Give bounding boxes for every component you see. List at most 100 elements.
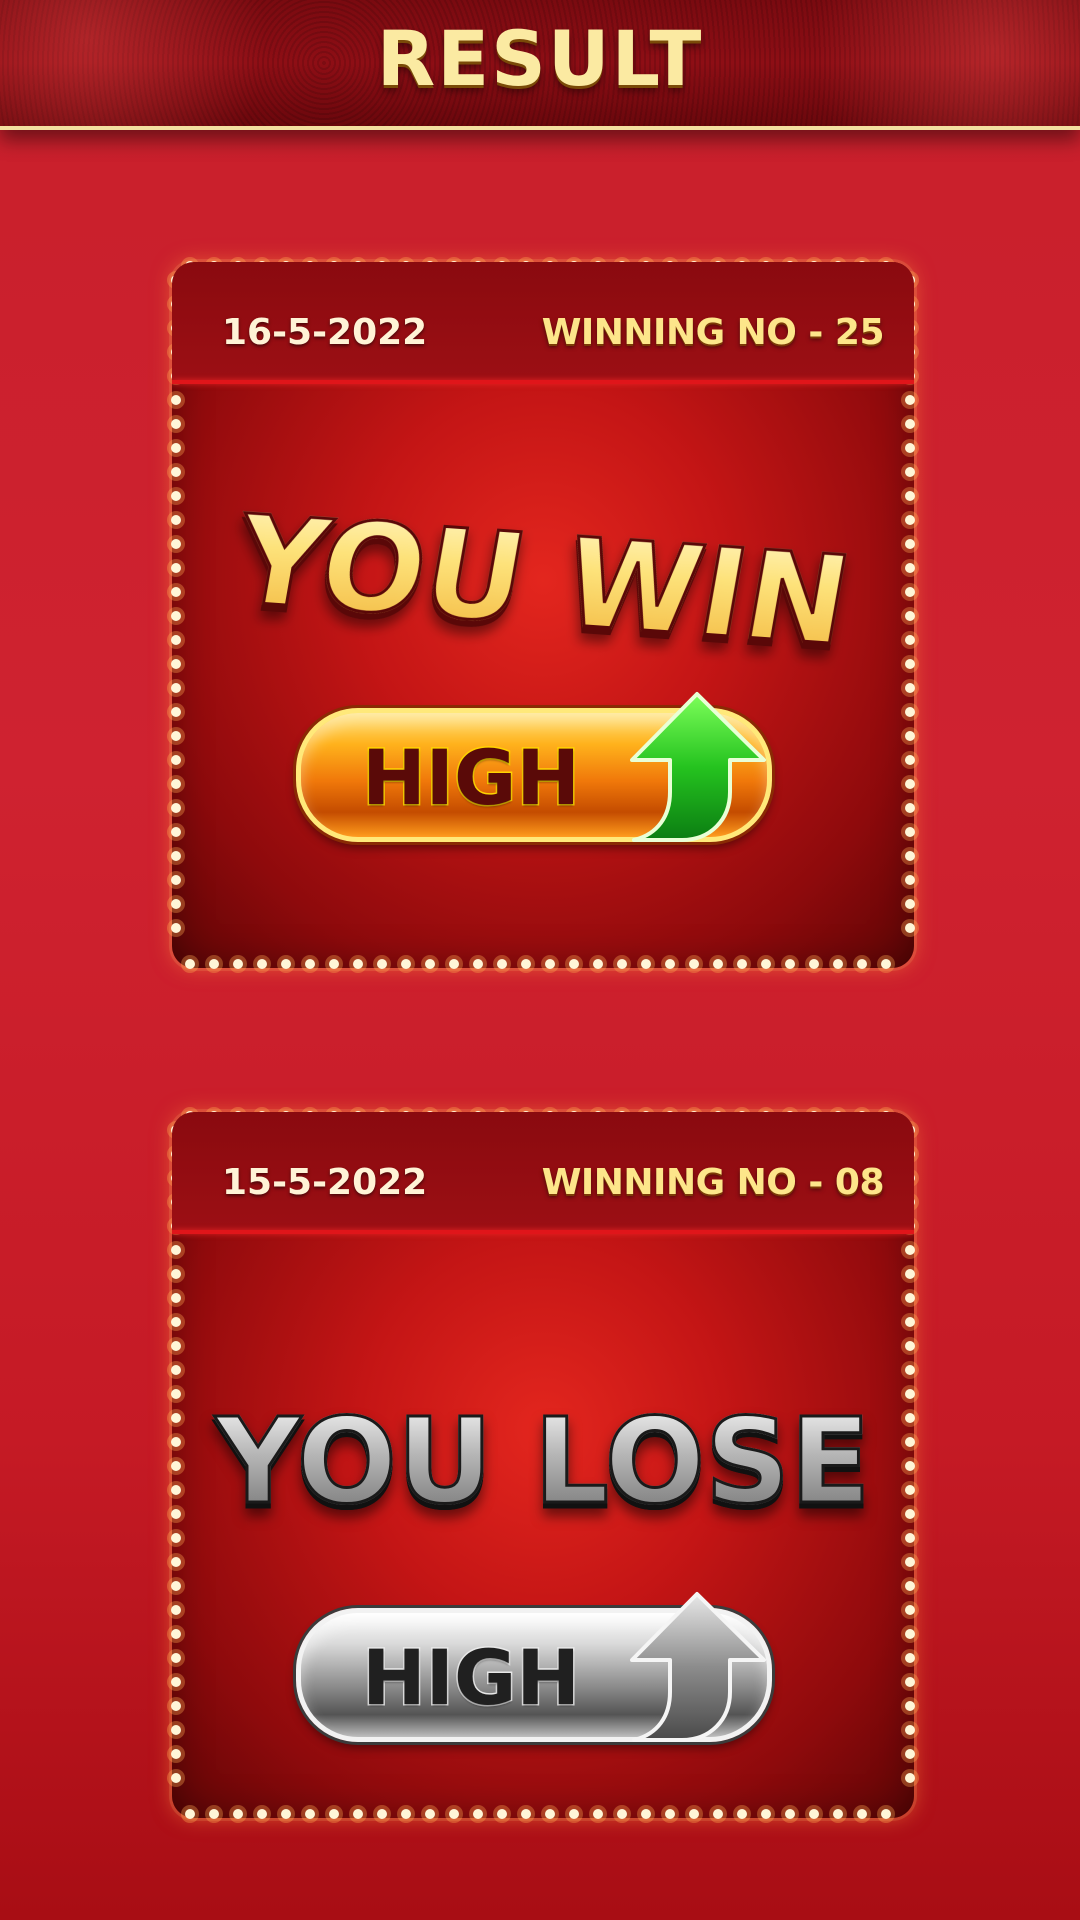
- marquee-bulb-glow: [277, 955, 295, 973]
- marquee-bulb: [737, 959, 747, 969]
- marquee-bulb: [171, 803, 181, 813]
- marquee-bulb-glow: [205, 955, 223, 973]
- marquee-bulb: [905, 1317, 915, 1327]
- marquee-bulb: [305, 1809, 315, 1819]
- marquee-bulb: [905, 731, 915, 741]
- marquee-bulb: [233, 959, 243, 969]
- marquee-bulb: [171, 827, 181, 837]
- marquee-bulb: [305, 959, 315, 969]
- marquee-bulb-glow: [829, 1805, 847, 1823]
- marquee-bulb: [497, 959, 507, 969]
- marquee-bulb-glow: [901, 727, 919, 745]
- marquee-bulb-glow: [167, 1361, 185, 1379]
- marquee-bulb: [171, 1341, 181, 1351]
- marquee-bulb: [521, 1809, 531, 1819]
- marquee-bulb: [171, 1725, 181, 1735]
- marquee-bulb-glow: [167, 1673, 185, 1691]
- marquee-bulb: [905, 659, 915, 669]
- marquee-bulb: [905, 467, 915, 477]
- marquee-bulb-glow: [877, 955, 895, 973]
- result-date: 15-5-2022: [222, 1162, 428, 1203]
- marquee-bulb-glow: [877, 1805, 895, 1823]
- marquee-bulb-glow: [167, 631, 185, 649]
- marquee-bulb-glow: [901, 895, 919, 913]
- result-date: 16-5-2022: [222, 312, 428, 353]
- marquee-bulb: [905, 1293, 915, 1303]
- marquee-bulb: [689, 959, 699, 969]
- marquee-bulb: [785, 1809, 795, 1819]
- marquee-bulb-glow: [901, 1601, 919, 1619]
- marquee-bulb: [713, 959, 723, 969]
- marquee-bulb-glow: [541, 1805, 559, 1823]
- marquee-bulb: [497, 1809, 507, 1819]
- marquee-bulb-glow: [373, 1805, 391, 1823]
- marquee-bulb: [281, 959, 291, 969]
- marquee-bulb-glow: [517, 1805, 535, 1823]
- marquee-bulb-glow: [541, 955, 559, 973]
- marquee-bulb: [905, 1365, 915, 1375]
- marquee-bulb-glow: [901, 871, 919, 889]
- marquee-bulb-glow: [167, 751, 185, 769]
- marquee-bulb: [473, 1809, 483, 1819]
- marquee-bulb: [761, 1809, 771, 1819]
- marquee-bulb: [171, 1293, 181, 1303]
- marquee-bulb: [593, 1809, 603, 1819]
- marquee-bulb: [905, 1605, 915, 1615]
- marquee-bulb: [171, 1317, 181, 1327]
- marquee-bulb-glow: [167, 799, 185, 817]
- marquee-bulb: [905, 875, 915, 885]
- marquee-bulb: [545, 1809, 555, 1819]
- marquee-bulb: [905, 1653, 915, 1663]
- marquee-bulb: [171, 1773, 181, 1783]
- marquee-bulb: [473, 959, 483, 969]
- marquee-bulb: [905, 1341, 915, 1351]
- marquee-bulb: [641, 959, 651, 969]
- marquee-bulb: [185, 959, 195, 969]
- marquee-bulb: [171, 1653, 181, 1663]
- marquee-bulb-glow: [901, 1265, 919, 1283]
- marquee-bulb: [593, 959, 603, 969]
- marquee-bulb: [521, 959, 531, 969]
- marquee-bulb: [377, 1809, 387, 1819]
- marquee-bulb-glow: [685, 1805, 703, 1823]
- marquee-bulb-glow: [637, 955, 655, 973]
- marquee-bulb-glow: [901, 703, 919, 721]
- marquee-bulb: [905, 1533, 915, 1543]
- marquee-bulb: [905, 1629, 915, 1639]
- marquee-bulb-glow: [637, 1805, 655, 1823]
- marquee-bulb-glow: [901, 679, 919, 697]
- marquee-bulb: [171, 1629, 181, 1639]
- marquee-bulb: [857, 959, 867, 969]
- marquee-bulb-glow: [901, 511, 919, 529]
- marquee-bulb: [209, 1809, 219, 1819]
- marquee-bulb-glow: [901, 919, 919, 937]
- marquee-bulb-glow: [469, 955, 487, 973]
- marquee-bulb: [905, 491, 915, 501]
- marquee-bulb-glow: [901, 1577, 919, 1595]
- marquee-bulb-glow: [167, 1313, 185, 1331]
- marquee-bulb-glow: [805, 1805, 823, 1823]
- marquee-bulb: [377, 959, 387, 969]
- marquee-bulb-glow: [901, 1313, 919, 1331]
- marquee-bulb: [905, 827, 915, 837]
- marquee-bulb-glow: [205, 1805, 223, 1823]
- marquee-bulb: [353, 1809, 363, 1819]
- marquee-bulb: [905, 515, 915, 525]
- marquee-bulb: [881, 959, 891, 969]
- marquee-bulb-glow: [901, 439, 919, 457]
- marquee-bulb: [171, 755, 181, 765]
- marquee-bulb-glow: [901, 799, 919, 817]
- marquee-bulb-glow: [781, 1805, 799, 1823]
- marquee-bulb-glow: [167, 703, 185, 721]
- marquee-bulb-glow: [901, 1337, 919, 1355]
- marquee-bulb-glow: [229, 1805, 247, 1823]
- marquee-bulb: [425, 959, 435, 969]
- marquee-bulb-glow: [167, 847, 185, 865]
- marquee-bulb: [171, 707, 181, 717]
- marquee-bulb-glow: [167, 775, 185, 793]
- marquee-bulb-glow: [253, 955, 271, 973]
- marquee-bulb-glow: [349, 955, 367, 973]
- bet-label: HIGH: [361, 1632, 582, 1724]
- marquee-bulb: [833, 959, 843, 969]
- marquee-bulb-glow: [301, 1805, 319, 1823]
